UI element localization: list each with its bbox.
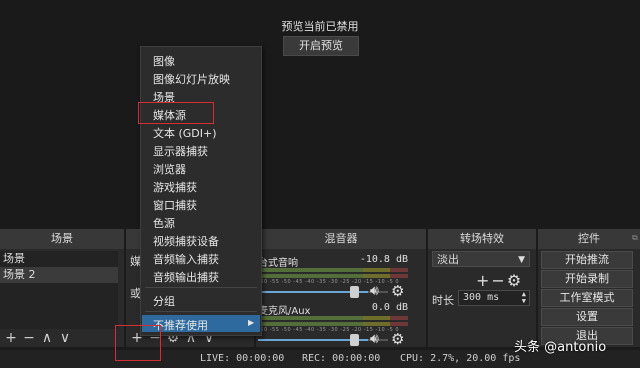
settings-button[interactable]: 设置 [541, 308, 633, 326]
speaker-icon[interactable]: 🔊︎ [370, 331, 379, 347]
menu-separator [145, 311, 257, 312]
spin-arrows-icon[interactable]: ▲ ▼ [522, 291, 526, 305]
menu-item-video-capture[interactable]: 视频捕获设备 [153, 233, 219, 249]
mixer-dock: 混音器 台式音响 -10.8 dB -60 -55 -50 -45 -40 -3… [256, 229, 426, 348]
transition-select[interactable]: 淡出 ▼ [432, 251, 530, 267]
cpu-status: CPU: 2.7%, 20.00 fps [400, 353, 521, 364]
channel-db: -10.8 dB [359, 254, 408, 265]
menu-item-deprecated[interactable]: 不推荐使用 [153, 317, 208, 333]
menu-item-color-source[interactable]: 色源 [153, 215, 175, 231]
transitions-dock: 转场特效 淡出 ▼ + − ⚙ 时长 300 ms ▲ ▼ [428, 229, 536, 347]
channel-name: 台式音响 [258, 258, 298, 269]
watermark: 头条 @antonio [514, 340, 607, 355]
start-streaming-button[interactable]: 开始推流 [541, 251, 633, 269]
scene-item-selected[interactable]: 场景 2 [0, 267, 118, 283]
volume-meter [258, 316, 408, 320]
menu-item-image-slideshow[interactable]: 图像幻灯片放映 [153, 71, 230, 87]
duration-label: 时长 [432, 294, 454, 307]
remove-scene-button[interactable]: − [20, 329, 38, 347]
gear-icon[interactable]: ⚙ [391, 330, 404, 348]
channel-db: 0.0 dB [371, 302, 408, 313]
gear-icon[interactable]: ⚙ [507, 271, 521, 290]
start-recording-button[interactable]: 开始录制 [541, 270, 633, 288]
preview-disabled-message: 预览当前已禁用 [281, 20, 359, 33]
live-timer: LIVE: 00:00:00 [200, 353, 285, 364]
controls-dock: 控件 开始推流 开始录制 工作室模式 设置 退出 [538, 229, 640, 347]
menu-item-group[interactable]: 分组 [153, 293, 175, 309]
submenu-arrow-icon: ▶ [248, 318, 255, 327]
duration-value: 300 ms [463, 292, 500, 303]
menu-item-browser[interactable]: 浏览器 [153, 161, 186, 177]
channel-name: 麦克风/Aux [258, 306, 311, 317]
remove-transition-button[interactable]: − [491, 271, 504, 290]
volume-meter [258, 268, 408, 272]
meter-ticks: -60 -55 -50 -45 -40 -35 -30 -25 -20 -15 … [258, 279, 400, 285]
add-scene-button[interactable]: + [2, 329, 20, 347]
studio-mode-button[interactable]: 工作室模式 [541, 289, 633, 307]
scene-list: 场景 场景 2 [0, 251, 118, 329]
annotation-box-add-button [115, 325, 161, 361]
volume-meter [258, 322, 408, 326]
transition-selected-value: 淡出 [437, 253, 459, 266]
menu-item-audio-output[interactable]: 音频输出捕获 [153, 269, 219, 285]
scenes-dock: 场景 场景 场景 2 + − ∧ ∨ [0, 229, 124, 347]
preview-area: 预览当前已禁用 开启预览 [0, 0, 640, 228]
volume-slider-handle[interactable] [350, 334, 359, 346]
transitions-title: 转场特效 [428, 229, 536, 249]
speaker-icon[interactable]: 🔊︎ [370, 283, 379, 299]
scenes-title: 场景 [0, 229, 124, 249]
scene-item[interactable]: 场景 [0, 251, 118, 267]
duration-input[interactable]: 300 ms ▲ ▼ [458, 290, 530, 306]
chevron-down-icon: ▼ [518, 255, 525, 265]
gear-icon[interactable]: ⚙ [391, 282, 404, 300]
mixer-title: 混音器 [256, 229, 426, 249]
rec-timer: REC: 00:00:00 [302, 353, 381, 364]
enable-preview-button[interactable]: 开启预览 [283, 36, 359, 56]
menu-separator [145, 287, 257, 288]
transition-toolbar: + − ⚙ [476, 271, 523, 290]
move-scene-down-button[interactable]: ∨ [56, 329, 74, 347]
menu-item-display-capture[interactable]: 显示器捕获 [153, 143, 208, 159]
scenes-toolbar: + − ∧ ∨ [2, 329, 74, 347]
menu-item-audio-input[interactable]: 音频输入捕获 [153, 251, 219, 267]
volume-meter [258, 274, 408, 278]
menu-item-image[interactable]: 图像 [153, 53, 175, 69]
volume-slider-handle[interactable] [350, 286, 359, 298]
add-source-menu: 图像 图像幻灯片放映 场景 媒体源 文本 (GDI+) 显示器捕获 浏览器 游戏… [140, 46, 262, 336]
move-scene-up-button[interactable]: ∧ [38, 329, 56, 347]
add-transition-button[interactable]: + [476, 271, 489, 290]
menu-item-game-capture[interactable]: 游戏捕获 [153, 179, 197, 195]
menu-item-text-gdi[interactable]: 文本 (GDI+) [153, 125, 217, 141]
annotation-box-media-source [138, 102, 214, 124]
dock-expand-icon[interactable]: ⧉ [632, 233, 638, 243]
controls-title: 控件 [538, 229, 640, 249]
meter-ticks: -60 -55 -50 -45 -40 -35 -30 -25 -20 -15 … [258, 327, 400, 333]
menu-item-window-capture[interactable]: 窗口捕获 [153, 197, 197, 213]
